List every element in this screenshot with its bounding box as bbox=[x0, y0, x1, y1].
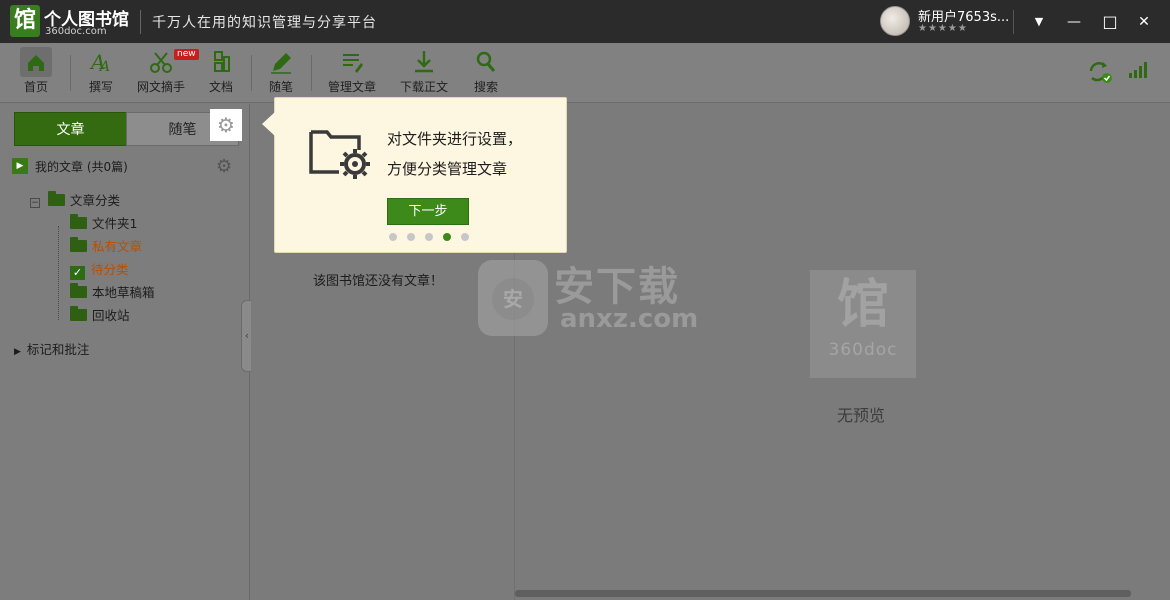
manage-icon bbox=[343, 54, 363, 73]
divider bbox=[311, 55, 312, 91]
preview-placeholder-logo: 馆 360doc bbox=[810, 270, 916, 378]
step-dot[interactable] bbox=[389, 233, 397, 241]
toolbar-label: 网文摘手 bbox=[136, 80, 185, 94]
folder-icon bbox=[70, 306, 87, 321]
write-icon: A A bbox=[89, 50, 110, 75]
folder-icon bbox=[70, 283, 87, 298]
my-articles-row[interactable]: ▶ 我的文章 (共0篇) ⚙ bbox=[10, 156, 240, 177]
svg-text:A: A bbox=[98, 59, 110, 75]
tree-guide-line bbox=[58, 226, 59, 320]
document-icon bbox=[214, 51, 230, 72]
toolbar-document-button[interactable]: 文档 bbox=[190, 47, 252, 101]
marks-label: 标记和批注 bbox=[26, 342, 90, 357]
step-dot[interactable] bbox=[461, 233, 469, 241]
popup-text-line1: 对文件夹进行设置， bbox=[387, 130, 523, 148]
left-panel: 文章 随笔 ⚙ ▶ 我的文章 (共0篇) ⚙ − 文章分类 文件夹1 私有文章 ✓… bbox=[0, 104, 250, 600]
shield-icon: 安 bbox=[478, 260, 548, 336]
next-step-button[interactable]: 下一步 bbox=[387, 198, 469, 225]
toolbar-note-button[interactable]: 随笔 bbox=[250, 47, 312, 101]
home-icon bbox=[20, 47, 52, 77]
my-articles-label: 我的文章 (共0篇) bbox=[35, 160, 128, 174]
marks-and-notes-row[interactable]: ▶ 标记和批注 bbox=[14, 339, 89, 358]
tree-item-label: 回收站 bbox=[92, 308, 130, 323]
toolbar-label: 搜索 bbox=[473, 80, 498, 94]
divider bbox=[140, 10, 141, 34]
no-preview-label: 无预览 bbox=[837, 406, 886, 425]
folder-settings-gear-icon[interactable]: ⚙ bbox=[210, 109, 242, 141]
tree-item-label: 文件夹1 bbox=[92, 216, 138, 231]
app-slogan: 千万人在用的知识管理与分享平台 bbox=[152, 15, 377, 31]
maximize-button[interactable]: □ bbox=[1098, 10, 1122, 34]
tree-item-uncategorized[interactable]: ✓ 待分类 bbox=[70, 259, 129, 280]
folder-icon bbox=[70, 214, 87, 229]
expand-arrow-icon[interactable]: ▶ bbox=[12, 158, 28, 174]
menu-dropdown-button[interactable]: ▼ bbox=[1027, 10, 1051, 34]
app-domain: 360doc.com bbox=[45, 26, 107, 37]
download-icon bbox=[415, 51, 433, 73]
popup-arrow bbox=[262, 112, 275, 136]
logo-brand: 360doc bbox=[828, 340, 898, 360]
signal-icon bbox=[1129, 62, 1147, 78]
expand-arrow-icon[interactable]: ▶ bbox=[14, 347, 21, 357]
empty-list-message: 该图书馆还没有文章！ bbox=[313, 274, 444, 289]
gear-icon[interactable]: ⚙ bbox=[216, 156, 232, 177]
main-toolbar: 首页 A A 撰写 网文摘手 new 文档 随笔 管理文章 下载正文 搜索 bbox=[0, 43, 1170, 103]
tab-article[interactable]: 文章 bbox=[14, 112, 127, 146]
tree-item-drafts[interactable]: 本地草稿箱 bbox=[70, 282, 155, 302]
toolbar-label: 随笔 bbox=[268, 80, 293, 94]
tree-item-private[interactable]: 私有文章 bbox=[70, 236, 142, 256]
popup-text-line2: 方便分类管理文章 bbox=[387, 160, 508, 178]
user-avatar[interactable] bbox=[880, 6, 910, 36]
toolbar-write-button[interactable]: A A 撰写 bbox=[70, 47, 132, 101]
toolbar-home-button[interactable]: 首页 bbox=[5, 47, 67, 101]
shield-glyph: 安 bbox=[492, 278, 534, 320]
toolbar-label: 管理文章 bbox=[327, 80, 376, 94]
search-icon bbox=[476, 51, 496, 72]
step-dot[interactable] bbox=[407, 233, 415, 241]
toolbar-manage-button[interactable]: 管理文章 bbox=[321, 47, 383, 101]
scissors-icon bbox=[150, 52, 172, 73]
minimize-button[interactable]: — bbox=[1062, 10, 1086, 34]
folder-settings-icon bbox=[309, 130, 370, 179]
tree-item-recycle[interactable]: 回收站 bbox=[70, 305, 130, 325]
tree-item-label: 本地草稿箱 bbox=[92, 285, 155, 300]
watermark: 安 安下载 anxz.com bbox=[478, 260, 698, 340]
tree-item-folder1[interactable]: 文件夹1 bbox=[70, 213, 137, 233]
guide-popup: 对文件夹进行设置， 方便分类管理文章 下一步 bbox=[262, 97, 567, 253]
title-bar: 馆 个人图书馆 360doc.com 千万人在用的知识管理与分享平台 新用户76… bbox=[0, 0, 1170, 43]
watermark-url: anxz.com bbox=[560, 304, 699, 334]
app-logo: 馆 bbox=[10, 5, 40, 37]
check-icon: ✓ bbox=[70, 266, 85, 280]
toolbar-search-button[interactable]: 搜索 bbox=[455, 47, 517, 101]
toolbar-label: 文档 bbox=[208, 80, 233, 94]
step-dot[interactable] bbox=[443, 233, 451, 241]
tree-root-label: 文章分类 bbox=[70, 193, 121, 208]
close-button[interactable]: ✕ bbox=[1132, 10, 1156, 34]
tree-item-label: 私有文章 bbox=[92, 239, 143, 254]
toolbar-label: 首页 bbox=[23, 80, 48, 94]
preview-panel: 馆 360doc 无预览 bbox=[514, 104, 1170, 600]
user-rating-stars: ★★★★★ bbox=[918, 23, 968, 34]
tree-root[interactable]: − 文章分类 bbox=[30, 190, 120, 210]
logo-glyph: 馆 bbox=[836, 275, 889, 335]
divider bbox=[1013, 10, 1014, 34]
collapse-icon[interactable]: − bbox=[30, 198, 40, 208]
toolbar-download-button[interactable]: 下载正文 bbox=[393, 47, 455, 101]
toolbar-label: 下载正文 bbox=[399, 80, 448, 94]
sync-icon[interactable] bbox=[1086, 59, 1114, 85]
folder-icon bbox=[48, 191, 65, 206]
horizontal-scrollbar[interactable] bbox=[515, 590, 1131, 597]
step-indicator bbox=[389, 233, 479, 243]
toolbar-label: 撰写 bbox=[88, 80, 113, 94]
step-dot[interactable] bbox=[425, 233, 433, 241]
tree-item-label: 待分类 bbox=[91, 262, 129, 277]
pencil-icon bbox=[271, 53, 291, 74]
folder-icon bbox=[70, 237, 87, 252]
